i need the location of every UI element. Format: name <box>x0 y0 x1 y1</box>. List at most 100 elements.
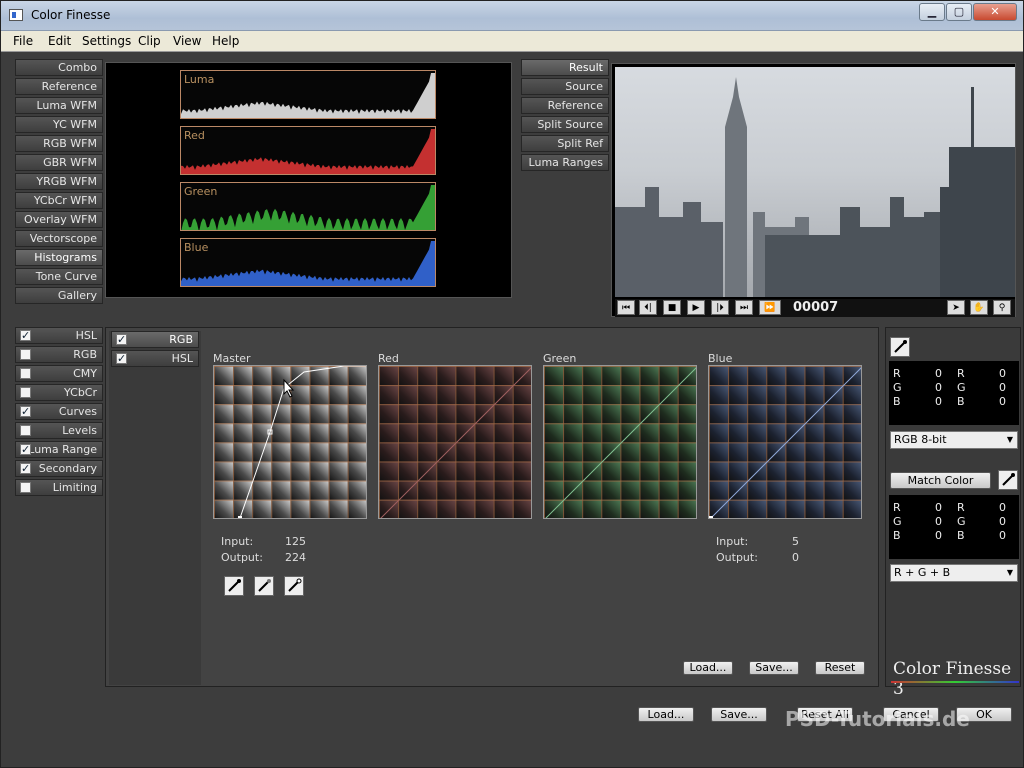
load-button[interactable]: Load... <box>638 707 694 722</box>
scope-button-yrgb-wfm[interactable]: YRGB WFM <box>15 173 103 190</box>
step-forward-button[interactable]: |⏵ <box>711 300 729 315</box>
correction-levels[interactable]: Levels <box>15 422 103 439</box>
correction-label: RGB <box>73 348 97 361</box>
curve-title-red: Red <box>378 352 399 365</box>
master-curve[interactable] <box>213 365 367 519</box>
correction-label: YCbCr <box>64 386 97 399</box>
play-button[interactable]: ▶ <box>687 300 705 315</box>
correction-limiting[interactable]: Limiting <box>15 479 103 496</box>
viewer-tab-split-ref[interactable]: Split Ref <box>521 135 609 152</box>
menu-file[interactable]: File <box>13 34 33 48</box>
save-button[interactable]: Save... <box>711 707 767 722</box>
scope-button-gallery[interactable]: Gallery <box>15 287 103 304</box>
curves-reset-button[interactable]: Reset <box>815 661 865 675</box>
scope-button-reference[interactable]: Reference <box>15 78 103 95</box>
eyedropper-gray-icon[interactable] <box>254 576 274 596</box>
eyedropper-white-icon[interactable] <box>284 576 304 596</box>
subtab-rgb[interactable]: RGB <box>111 331 199 348</box>
scope-button-yc-wfm[interactable]: YC WFM <box>15 116 103 133</box>
correction-secondary[interactable]: Secondary <box>15 460 103 477</box>
fast-forward-button[interactable]: ⏩ <box>759 300 781 315</box>
scope-button-tone-curve[interactable]: Tone Curve <box>15 268 103 285</box>
eyedropper-black-icon[interactable] <box>224 576 244 596</box>
correction-curves[interactable]: Curves <box>15 403 103 420</box>
go-end-button[interactable]: ⏭ <box>735 300 753 315</box>
scope-button-vectorscope[interactable]: Vectorscope <box>15 230 103 247</box>
match-eyedropper-icon[interactable] <box>998 470 1018 490</box>
master-input-label: Input: <box>221 535 254 548</box>
correction-checkbox[interactable] <box>20 349 31 360</box>
menu-edit[interactable]: Edit <box>48 34 71 48</box>
bit-depth-select[interactable]: RGB 8-bit ▼ <box>890 431 1018 449</box>
viewer-tab-luma-ranges[interactable]: Luma Ranges <box>521 154 609 171</box>
channel-label: B <box>957 529 965 542</box>
pointer-icon[interactable]: ➤ <box>947 300 965 315</box>
blue-curve[interactable] <box>708 365 862 519</box>
watermark-text: PSD-Tutorials.de <box>785 707 970 731</box>
curve-point[interactable] <box>709 516 713 519</box>
curve-title-master: Master <box>213 352 251 365</box>
correction-checkbox[interactable] <box>20 404 31 419</box>
close-button[interactable]: ✕ <box>973 3 1017 21</box>
scope-button-combo[interactable]: Combo <box>15 59 103 76</box>
zoom-icon[interactable]: ⚲ <box>993 300 1011 315</box>
viewer-tab-reference[interactable]: Reference <box>521 97 609 114</box>
menu-help[interactable]: Help <box>212 34 239 48</box>
correction-luma-range[interactable]: Luma Range <box>15 441 103 458</box>
curves-load-button[interactable]: Load... <box>683 661 733 675</box>
eyedropper-icon[interactable] <box>890 337 910 357</box>
chevron-down-icon: ▼ <box>1006 568 1013 577</box>
viewer-tab-result[interactable]: Result <box>521 59 609 76</box>
menu-settings[interactable]: Settings <box>82 34 131 48</box>
subtab-hsl[interactable]: HSL <box>111 350 199 367</box>
histogram-label: Red <box>184 129 205 142</box>
correction-checkbox[interactable] <box>20 425 31 436</box>
maximize-button[interactable]: ▢ <box>946 3 972 21</box>
minimize-button[interactable]: ▁ <box>919 3 945 21</box>
correction-checkbox[interactable] <box>20 442 31 457</box>
scope-button-overlay-wfm[interactable]: Overlay WFM <box>15 211 103 228</box>
correction-checkbox[interactable] <box>20 482 31 493</box>
hand-icon[interactable]: ✋ <box>970 300 988 315</box>
scope-button-rgb-wfm[interactable]: RGB WFM <box>15 135 103 152</box>
subtab-label: RGB <box>169 333 193 346</box>
channel-label: G <box>957 515 966 528</box>
correction-hsl[interactable]: HSL <box>15 327 103 344</box>
correction-label: CMY <box>73 367 97 380</box>
histogram-label: Blue <box>184 241 209 254</box>
curve-point[interactable] <box>238 516 242 519</box>
correction-checkbox[interactable] <box>20 368 31 379</box>
correction-label: Curves <box>58 405 97 418</box>
red-curve[interactable] <box>378 365 532 519</box>
histogram-label: Green <box>184 185 218 198</box>
subtab-hsl-checkbox[interactable] <box>116 351 127 366</box>
step-back-button[interactable]: ⏴| <box>639 300 657 315</box>
viewer-tab-source[interactable]: Source <box>521 78 609 95</box>
scope-button-histograms[interactable]: Histograms <box>15 249 103 266</box>
subtab-rgb-checkbox[interactable] <box>116 332 127 347</box>
brand-logo: Color Finesse 3 <box>893 659 1012 699</box>
channel-label: G <box>957 381 966 394</box>
viewer-tab-split-source[interactable]: Split Source <box>521 116 609 133</box>
channel-value: 0 <box>999 381 1006 394</box>
scope-button-ycbcr-wfm[interactable]: YCbCr WFM <box>15 192 103 209</box>
scope-button-gbr-wfm[interactable]: GBR WFM <box>15 154 103 171</box>
channel-value: 0 <box>999 515 1006 528</box>
master-curve-plot <box>238 366 366 519</box>
match-mode-select[interactable]: R + G + B ▼ <box>890 564 1018 582</box>
stop-button[interactable]: ■ <box>663 300 681 315</box>
green-curve[interactable] <box>543 365 697 519</box>
correction-ycbcr[interactable]: YCbCr <box>15 384 103 401</box>
menu-view[interactable]: View <box>173 34 201 48</box>
correction-checkbox[interactable] <box>20 387 31 398</box>
correction-checkbox[interactable] <box>20 461 31 476</box>
correction-cmy[interactable]: CMY <box>15 365 103 382</box>
correction-rgb[interactable]: RGB <box>15 346 103 363</box>
go-start-button[interactable]: ⏮ <box>617 300 635 315</box>
scope-button-luma-wfm[interactable]: Luma WFM <box>15 97 103 114</box>
match-color-button[interactable]: Match Color <box>890 472 991 489</box>
curves-save-button[interactable]: Save... <box>749 661 799 675</box>
menu-clip[interactable]: Clip <box>138 34 161 48</box>
correction-checkbox[interactable] <box>20 328 31 343</box>
cursor-icon <box>283 378 295 398</box>
